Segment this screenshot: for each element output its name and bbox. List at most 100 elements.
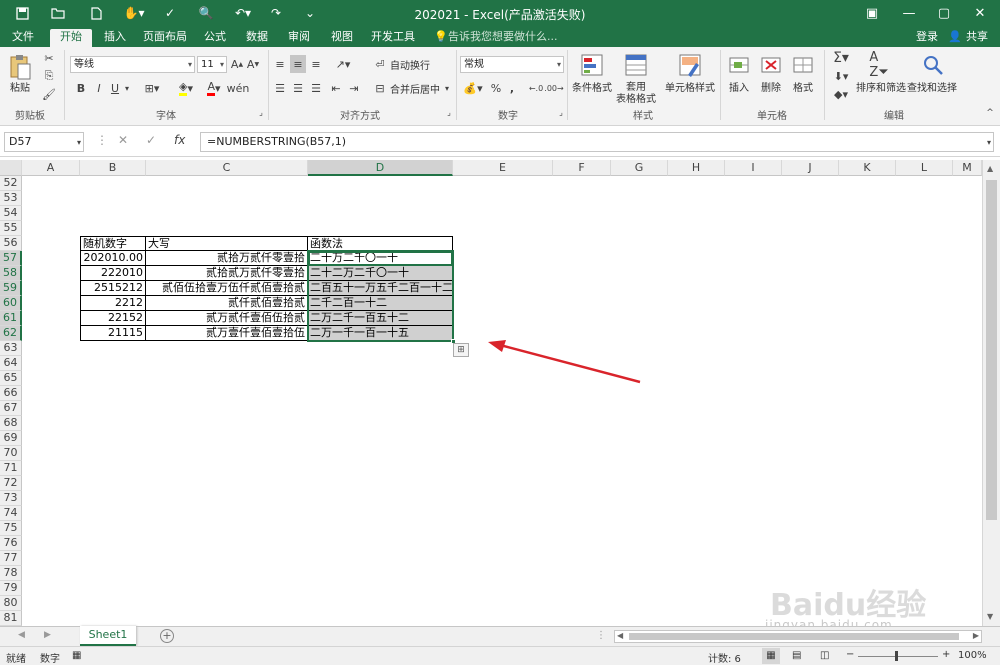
row-header[interactable]: 54 — [0, 206, 22, 221]
align-top-icon[interactable]: ≡ — [272, 57, 288, 71]
minimize-icon[interactable]: — — [895, 2, 923, 24]
row-header[interactable]: 74 — [0, 506, 22, 521]
row-header[interactable]: 80 — [0, 596, 22, 611]
increase-decimal-icon[interactable]: ←.0 — [528, 81, 544, 95]
table-cell[interactable]: 二百五十一万五千二百一十二 — [308, 281, 453, 296]
maximize-icon[interactable]: ▢ — [930, 2, 958, 24]
table-cell[interactable]: 贰拾贰万贰仟零壹拾 — [146, 266, 308, 281]
share-button[interactable]: 共享 — [962, 29, 992, 47]
format-as-table-icon[interactable] — [622, 52, 650, 78]
scroll-left-icon[interactable]: ◀ — [617, 631, 623, 640]
tab-home[interactable]: 开始 — [50, 29, 92, 47]
table-cell[interactable]: 贰拾万贰仟零壹拾 — [146, 251, 308, 266]
table-header-cell[interactable]: 函数法 — [308, 236, 453, 251]
close-icon[interactable]: ✕ — [966, 2, 994, 24]
tab-insert[interactable]: 插入 — [98, 29, 132, 47]
increase-indent-icon[interactable]: ⇥ — [346, 81, 362, 95]
page-layout-view-icon[interactable]: ▤ — [792, 650, 801, 661]
row-header[interactable]: 58 — [0, 266, 22, 281]
decrease-font-icon[interactable]: A ▼ — [246, 57, 260, 71]
cut-icon[interactable]: ✂ — [40, 51, 58, 65]
paste-label[interactable]: 粘贴 — [6, 79, 34, 94]
row-header[interactable]: 78 — [0, 566, 22, 581]
row-header[interactable]: 70 — [0, 446, 22, 461]
row-header[interactable]: 75 — [0, 521, 22, 536]
sheet-tab-sheet1[interactable]: Sheet1 — [80, 626, 136, 646]
cell-styles-icon[interactable] — [676, 52, 704, 78]
table-cell[interactable]: 二千二百一十二 — [308, 296, 453, 311]
tab-file[interactable]: 文件 — [6, 29, 40, 47]
table-cell[interactable]: 2212 — [80, 296, 146, 311]
name-box[interactable]: D57 — [4, 132, 84, 152]
row-header[interactable]: 71 — [0, 461, 22, 476]
horizontal-scrollbar[interactable]: ◀ ▶ — [614, 630, 982, 643]
table-cell[interactable]: 二万二千一百五十二 — [308, 311, 453, 326]
row-header[interactable]: 79 — [0, 581, 22, 596]
format-painter-icon[interactable]: 🖌 — [40, 87, 58, 101]
fill-icon[interactable]: ⬇▾ — [830, 69, 852, 83]
prev-sheet-icon[interactable]: ◀ — [18, 630, 25, 640]
column-header-h[interactable]: H — [668, 160, 725, 176]
format-cells-icon[interactable] — [790, 52, 816, 78]
row-header[interactable]: 56 — [0, 236, 22, 251]
orientation-icon[interactable]: ↗▾ — [332, 57, 354, 71]
table-cell[interactable]: 222010 — [80, 266, 146, 281]
decrease-indent-icon[interactable]: ⇤ — [328, 81, 344, 95]
tab-view[interactable]: 视图 — [325, 29, 359, 47]
collapse-ribbon-icon[interactable]: ^ — [984, 107, 996, 119]
tab-review[interactable]: 审阅 — [282, 29, 316, 47]
merge-center-icon[interactable]: ⊟ — [372, 81, 388, 95]
merge-center-button[interactable]: 合并后居中 — [388, 81, 442, 96]
cancel-icon[interactable]: ✕ — [118, 133, 128, 147]
find-select-icon[interactable] — [920, 52, 946, 78]
column-header-k[interactable]: K — [839, 160, 896, 176]
row-header[interactable]: 61 — [0, 311, 22, 326]
scroll-down-icon[interactable]: ▼ — [987, 612, 993, 621]
row-header[interactable]: 64 — [0, 356, 22, 371]
format-as-table-line2[interactable]: 表格格式 — [612, 91, 660, 105]
align-center-icon[interactable]: ☰ — [290, 81, 306, 95]
column-header-d[interactable]: D — [308, 160, 453, 176]
row-header[interactable]: 66 — [0, 386, 22, 401]
column-header-m[interactable]: M — [953, 160, 982, 176]
table-cell[interactable]: 二十二万二千〇一十 — [308, 266, 453, 281]
merge-dropdown-icon[interactable]: ▾ — [442, 81, 452, 95]
insert-cells-button[interactable]: 插入 — [724, 79, 754, 94]
font-size-select[interactable]: 11 ▾ — [197, 56, 227, 73]
column-header-j[interactable]: J — [782, 160, 839, 176]
zoom-slider-thumb[interactable] — [895, 651, 898, 661]
row-header[interactable]: 67 — [0, 401, 22, 416]
table-cell[interactable]: 贰万贰仟壹佰伍拾贰 — [146, 311, 308, 326]
row-header[interactable]: 57 — [0, 251, 22, 266]
delete-cells-button[interactable]: 删除 — [756, 79, 786, 94]
tab-data[interactable]: 数据 — [240, 29, 274, 47]
table-cell[interactable]: 贰万壹仟壹佰壹拾伍 — [146, 326, 308, 341]
table-cell[interactable]: 202010.00 — [80, 251, 146, 266]
underline-dropdown-icon[interactable]: ▾ — [122, 81, 132, 95]
zoom-in-icon[interactable]: + — [942, 649, 950, 660]
new-sheet-icon[interactable]: + — [160, 629, 174, 643]
tab-formulas[interactable]: 公式 — [198, 29, 232, 47]
ribbon-display-icon[interactable]: ▣ — [858, 2, 886, 24]
alignment-launcher-icon[interactable]: ⌟ — [444, 107, 454, 117]
quick-analysis-icon[interactable]: ⊞ — [453, 343, 469, 357]
percent-icon[interactable]: % — [490, 81, 502, 95]
autosum-icon[interactable]: Σ▾ — [830, 50, 852, 66]
table-header-cell[interactable]: 随机数字 — [80, 236, 146, 251]
column-header-e[interactable]: E — [453, 160, 553, 176]
font-launcher-icon[interactable]: ⌟ — [256, 107, 266, 117]
column-header-c[interactable]: C — [146, 160, 308, 176]
bold-icon[interactable]: B — [74, 81, 88, 95]
select-all-corner[interactable] — [0, 160, 22, 176]
tell-me-box[interactable]: 告诉我您想要做什么... — [448, 29, 558, 47]
row-header[interactable]: 77 — [0, 551, 22, 566]
row-header[interactable]: 55 — [0, 221, 22, 236]
align-left-icon[interactable]: ☰ — [272, 81, 288, 95]
comma-style-icon[interactable]: , — [506, 81, 518, 95]
align-middle-icon[interactable]: ≡ — [290, 55, 306, 73]
align-right-icon[interactable]: ☰ — [308, 81, 324, 95]
find-select-button[interactable]: 查找和选择 — [906, 79, 958, 94]
column-header-i[interactable]: I — [725, 160, 782, 176]
format-cells-button[interactable]: 格式 — [788, 79, 818, 94]
page-break-view-icon[interactable]: ◫ — [820, 650, 829, 661]
